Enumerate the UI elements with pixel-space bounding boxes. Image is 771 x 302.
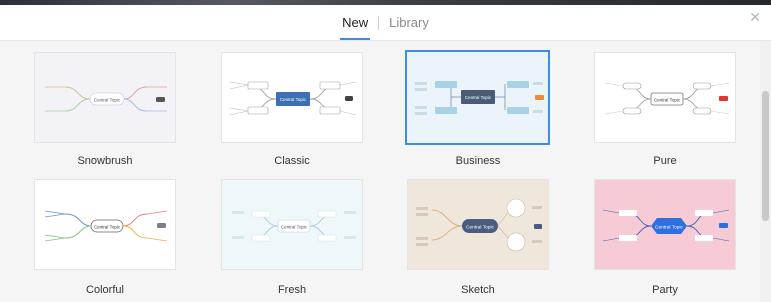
- sketch-center-text: Central Topic: [466, 225, 495, 231]
- party-preview: Central Topic: [595, 180, 735, 269]
- template-card-fresh[interactable]: Central Topic: [221, 179, 363, 270]
- template-label-business: Business: [455, 155, 501, 167]
- template-label-fresh: Fresh: [277, 284, 307, 296]
- tab-library[interactable]: Library: [379, 5, 439, 41]
- template-card-pure[interactable]: Central Topic: [594, 52, 736, 143]
- pure-preview: Central Topic: [595, 53, 735, 142]
- template-card-party[interactable]: Central Topic: [594, 179, 736, 270]
- classic-center-text: Central Topic: [280, 97, 307, 102]
- classic-preview: Central Topic: [222, 53, 362, 142]
- close-icon[interactable]: ✕: [749, 9, 761, 26]
- template-label-pure: Pure: [653, 155, 677, 167]
- snowbrush-center-text: Central Topic: [94, 98, 121, 103]
- fresh-center-text: Central Topic: [281, 225, 308, 230]
- vertical-scrollbar[interactable]: [760, 41, 771, 302]
- template-label-classic: Classic: [274, 155, 310, 167]
- snowbrush-preview: Central Topic: [35, 53, 175, 142]
- fresh-preview: Central Topic: [222, 180, 362, 269]
- template-card-classic[interactable]: Central Topic: [221, 52, 363, 143]
- pure-center-text: Central Topic: [654, 98, 681, 103]
- business-center-text: Central Topic: [465, 95, 492, 100]
- colorful-preview: Central Topic: [35, 180, 175, 269]
- template-card-colorful[interactable]: Central Topic: [34, 179, 176, 270]
- template-label-snowbrush: Snowbrush: [77, 155, 133, 167]
- tab-bar: New Library: [0, 5, 771, 41]
- business-preview: Central Topic: [407, 52, 548, 143]
- template-label-sketch: Sketch: [461, 284, 495, 296]
- dialog-header: New Library ✕: [0, 5, 771, 41]
- template-card-sketch[interactable]: Central Topic: [407, 179, 549, 270]
- template-label-party: Party: [652, 284, 678, 296]
- colorful-center-text: Central Topic: [94, 225, 121, 230]
- scrollbar-thumb[interactable]: [762, 91, 769, 221]
- sketch-preview: Central Topic: [408, 180, 548, 269]
- tab-new[interactable]: New: [332, 5, 378, 41]
- template-grid: Central Topic Snowbrush Central Topic Cl…: [0, 41, 760, 302]
- template-label-colorful: Colorful: [86, 284, 124, 296]
- template-card-snowbrush[interactable]: Central Topic: [34, 52, 176, 143]
- template-card-business[interactable]: Central Topic: [405, 50, 550, 145]
- party-center-text: Central Topic: [655, 225, 684, 231]
